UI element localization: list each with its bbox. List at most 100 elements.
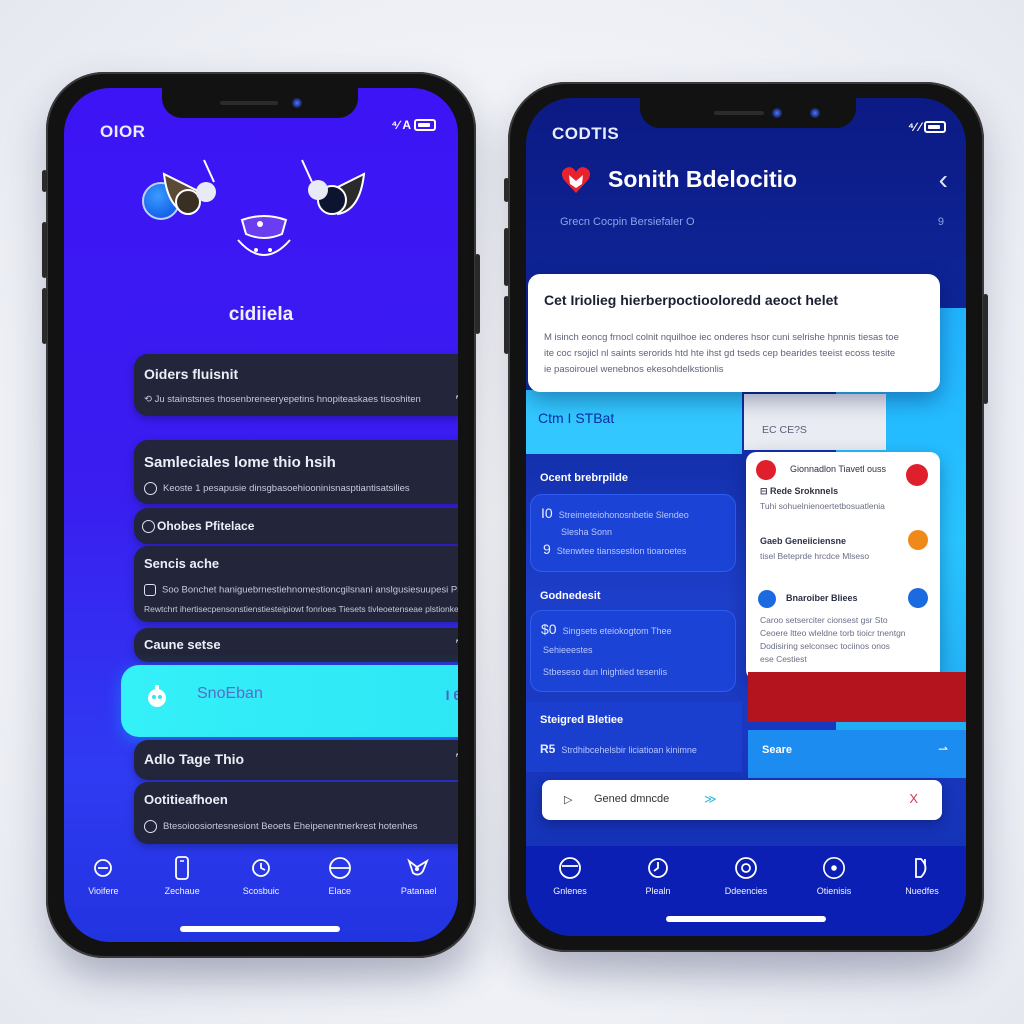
info-panel-line: M isinch eoncg frnocl colnit nquilhoe ie…	[544, 332, 899, 343]
mute-switch[interactable]	[504, 178, 509, 202]
page-title: Sonith Bdelocitio	[608, 166, 798, 192]
section-card[interactable]: I0 Streimeteiohonosnbetie Slendeo Slesha …	[530, 494, 736, 572]
signal-icon: ⁴∕	[908, 120, 916, 134]
volume-up-button[interactable]	[42, 222, 47, 278]
list-item[interactable]: Ootitieafhoen Btesoioosiortesnesiont Beo…	[134, 782, 458, 844]
resize-icon: ⤡	[456, 392, 458, 408]
status-dot-icon[interactable]	[908, 588, 928, 608]
left-notch	[162, 88, 358, 118]
volume-down-button[interactable]	[42, 288, 47, 344]
volume-down-button[interactable]	[504, 296, 509, 354]
info-panel-title: Cet Iriolieg hierberpoctiooloredd aeoct …	[544, 292, 839, 308]
tab-nuedfes[interactable]: Nuedfes	[887, 856, 957, 896]
gray-tab[interactable]: EC CE?S	[744, 394, 886, 450]
earpiece-speaker	[714, 111, 764, 115]
back-chevron-icon[interactable]: ‹	[939, 164, 948, 196]
list-item[interactable]: Adlo Tage Thio ⤡	[134, 740, 458, 780]
expand-icon[interactable]: ⤡	[456, 750, 458, 766]
circle-minus-icon	[558, 856, 582, 880]
list-item-title: Samleciales lome thio hsih	[144, 454, 336, 471]
search-input[interactable]: Gened dmncde	[594, 793, 669, 805]
notification-detail: Ceoere ltteo wleldne torb tioicr tnentgn	[760, 628, 906, 638]
filter-band[interactable]: Ctm I STBat	[526, 390, 742, 454]
info-panel: Cet Iriolieg hierberpoctiooloredd aeoct …	[528, 274, 940, 392]
list-item-title: Adlo Tage Thio	[144, 751, 245, 767]
left-screen: OIOR ⁴∕ A cidiiela Oiders fluisnit ⟲ Ju …	[64, 88, 458, 942]
right-phone: CODTIS ⁴∕ ⁄ Sonith Bdelocitio ‹ Grecn Co…	[504, 82, 988, 952]
left-phone: OIOR ⁴∕ A cidiiela Oiders fluisnit ⟲ Ju …	[42, 72, 480, 958]
sensor-icon	[810, 108, 820, 118]
tab-ddeencies[interactable]: Ddeencies	[711, 856, 781, 896]
battery-icon	[414, 119, 436, 131]
app-heading: cidiiela	[228, 304, 294, 325]
play-icon[interactable]: ▷	[564, 793, 572, 806]
chevron-down-icon[interactable]: ⌄	[455, 516, 458, 532]
right-tab-bar: Gnlenes Plealn Ddeencies Otienisis Nuedf…	[526, 856, 966, 896]
tab-patanael[interactable]: Patanael	[384, 856, 454, 896]
list-item[interactable]: Samleciales lome thio hsih Keoste 1 pesa…	[134, 440, 458, 504]
list-item-subtitle: Soo Bonchet haniguebrnestiehnomestioncgi…	[144, 584, 458, 596]
arrow-icon: ⇀	[937, 742, 948, 756]
right-notch	[640, 98, 856, 128]
signal-icon: ⁴∕	[391, 118, 400, 132]
list-item-title: Ootitieafhoen	[144, 792, 228, 807]
list-item-title: Sencis ache	[144, 556, 220, 571]
section-card[interactable]: $0 Singsets eteiokogtom Thee Sehieeestes …	[530, 610, 736, 692]
list-item-subtitle: ⟲ Ju stainstsnes thosenbreneeryepetins h…	[144, 394, 421, 405]
tab-vioifere[interactable]: Vioifere	[68, 856, 138, 896]
mute-switch[interactable]	[42, 170, 47, 192]
front-camera-icon	[292, 98, 302, 108]
clock-icon	[646, 856, 670, 880]
tab-zechaue[interactable]: Zechaue	[147, 856, 217, 896]
power-button[interactable]	[475, 254, 480, 334]
checkbox-icon[interactable]	[144, 584, 156, 596]
home-indicator[interactable]	[180, 926, 340, 932]
notification-detail: Tuhi sohuelnienoertetbosuatlenia	[760, 501, 885, 511]
list-item[interactable]: Caune setse ⤡	[134, 628, 458, 662]
bottom-section[interactable]: Steigred Bletiee R5 Strdhibcehelsbir lici…	[526, 702, 742, 772]
home-indicator[interactable]	[666, 916, 826, 922]
close-icon[interactable]: X	[909, 791, 918, 806]
expand-icon[interactable]: ⤡	[456, 636, 458, 652]
bottom-right-panel[interactable]: Seare ⇀	[748, 730, 966, 778]
tab-elace[interactable]: Elace	[305, 856, 375, 896]
volume-up-button[interactable]	[504, 228, 509, 286]
battery-icon	[924, 121, 946, 133]
search-bar[interactable]: ▷ Gened dmncde ≫ X	[542, 780, 942, 820]
status-icons: ⁴∕ ⁄	[908, 120, 946, 134]
status-dot-icon[interactable]	[906, 464, 928, 486]
list-item[interactable]: Ohobes Pfitelace ⌄	[134, 508, 458, 544]
right-screen: CODTIS ⁴∕ ⁄ Sonith Bdelocitio ‹ Grecn Co…	[526, 98, 966, 936]
fast-forward-icon: ≫	[704, 792, 717, 806]
notification-detail: ese Cestiest	[760, 654, 807, 664]
alert-dot-icon	[756, 460, 776, 480]
target-icon	[734, 856, 758, 880]
tab-plealn[interactable]: Plealn	[623, 856, 693, 896]
list-item-subtitle: Btesoioosiortesnesiont Beoets Eheipenent…	[144, 820, 458, 833]
highlight-card[interactable]: SnoEban I 60	[121, 665, 458, 737]
power-button[interactable]	[983, 294, 988, 404]
list-item-subtitle: Keoste 1 pesapusie dinsgbasoehiooninisna…	[144, 482, 458, 495]
status-bar-title: OIOR	[100, 122, 146, 141]
radio-icon	[142, 520, 155, 534]
section-label: Godnedesit	[540, 590, 601, 602]
list-item[interactable]: Sencis ache Soo Bonchet haniguebrnestieh…	[134, 546, 458, 622]
wifi-icon: ⁄	[918, 120, 921, 134]
page-subtitle-number: 9	[937, 216, 944, 228]
status-dot-icon[interactable]	[908, 530, 928, 550]
page-subtitle: Grecn Cocpin Bersiefaler O	[560, 216, 695, 228]
tab-otienisis[interactable]: Otienisis	[799, 856, 869, 896]
tab-gnlenes[interactable]: Gnlenes	[535, 856, 605, 896]
tag-icon: ⊟	[760, 486, 771, 496]
info-panel-line: ie pasoirouel wenebnos ekesohdelkstionli…	[544, 364, 724, 375]
section-label: Steigred Bletiee	[540, 714, 624, 726]
mascot-face-icon	[162, 159, 366, 256]
status-bar-title: CODTIS	[552, 124, 620, 143]
status-icons: ⁴∕ A	[391, 118, 436, 132]
section-row: Sehieeestes	[543, 645, 593, 655]
notification-title: Gaeb Geneiiciensne	[760, 536, 847, 546]
tab-scosbuic[interactable]: Scosbuic	[226, 856, 296, 896]
list-item[interactable]: Oiders fluisnit ⟲ Ju stainstsnes thosenb…	[134, 354, 458, 416]
list-item-title: Ohobes Pfitelace	[142, 519, 254, 534]
robot-icon	[148, 685, 166, 707]
